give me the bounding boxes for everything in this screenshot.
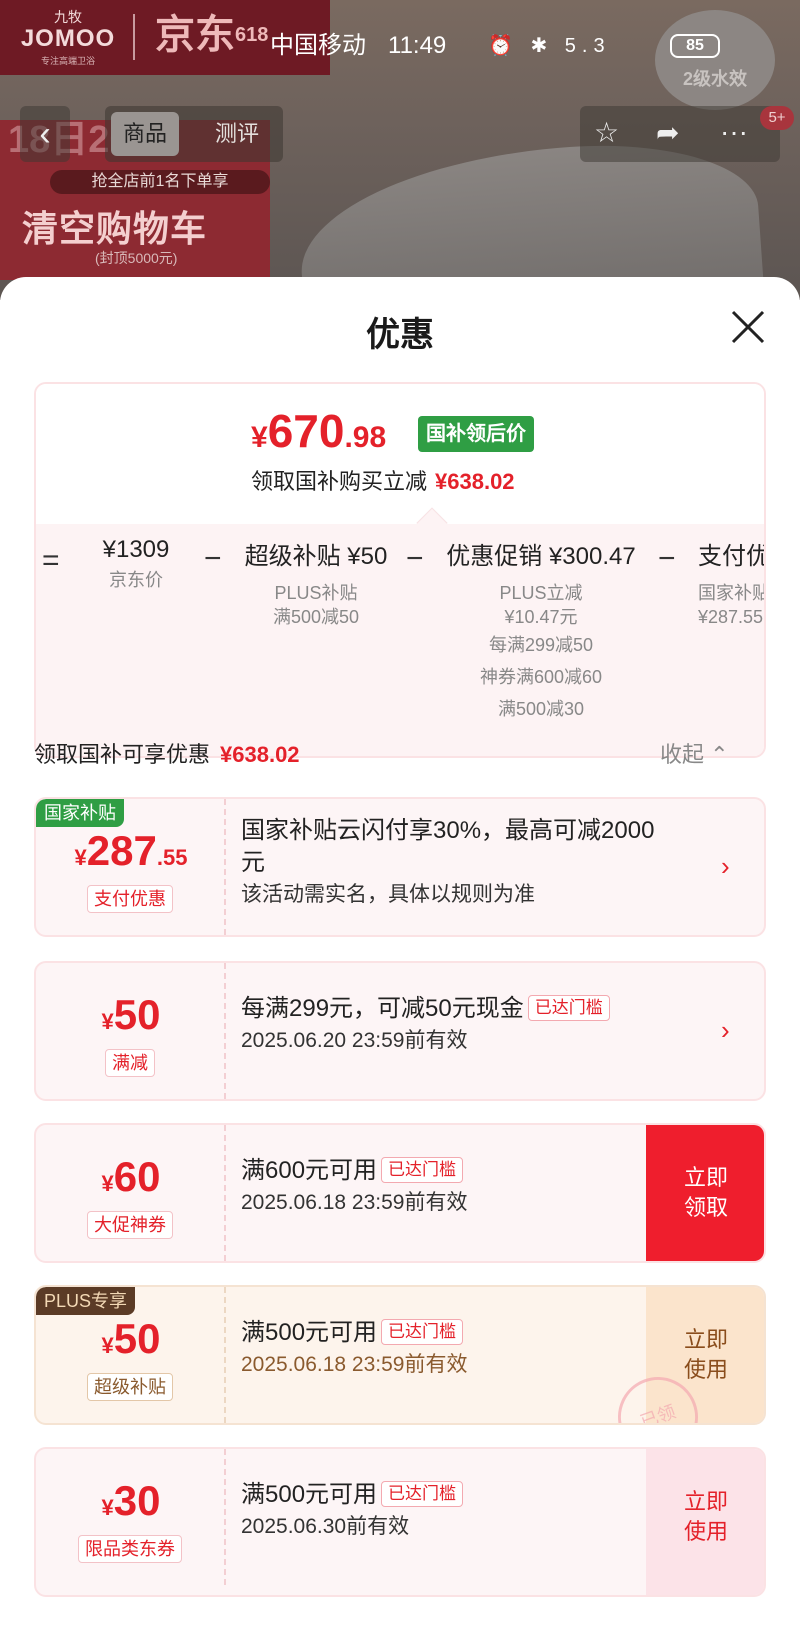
reduce-line: 领取国补购买立减 ¥638.02 [251, 469, 515, 494]
coupon-info: 每满299元，可减50元现金 已达门槛 2025.06.20 23:59前有效 [241, 993, 671, 1057]
nav-tabs: 商品 测评 [105, 106, 283, 162]
tab-review[interactable]: 测评 [203, 112, 271, 156]
brand-divider [133, 14, 135, 60]
formula-payment: 支付优 国家补贴 ¥287.55 [698, 543, 766, 627]
coupon-title: 满500元可用 已达门槛 [241, 1479, 671, 1511]
coupon-info: 满500元可用 已达门槛 2025.06.30前有效 [241, 1479, 671, 1543]
coupon-title: 国家补贴云闪付享30%，最高可减2000元 [241, 817, 655, 876]
status-icons: ⏰ ✱ 5.3 [488, 35, 611, 57]
equals-sign: = [42, 544, 60, 577]
carrier-label: 中国移动 [270, 32, 366, 59]
coupon-info: 国家补贴云闪付享30%，最高可减2000元 该活动需实名，具体以规则为准 [241, 815, 671, 911]
minus-sign: − [658, 542, 676, 575]
final-price: ¥670.98 [251, 405, 387, 457]
coupon-amount: ¥30 [101, 1477, 161, 1524]
coupon-type-label: 限品类东券 [78, 1535, 182, 1563]
coupon-amount-area: ¥50 满减 [36, 963, 226, 1099]
back-button[interactable]: ‹ [20, 106, 70, 162]
share-icon[interactable]: ➦ [656, 116, 679, 149]
coupon-type-label: 超级补贴 [87, 1373, 173, 1401]
jd-logo: 京东618 [155, 13, 269, 57]
coupon-expiry: 2025.06.20 23:59前有效 [241, 1029, 468, 1052]
close-icon[interactable] [730, 309, 766, 345]
coupon-amount: ¥50 [101, 991, 161, 1038]
final-price-area: ¥670.98 国补领后价 领取国补购买立减 ¥638.02 [36, 384, 764, 524]
promo-pill: 抢全店前1名下单享 [50, 170, 270, 194]
use-button[interactable]: 立即使用 [646, 1449, 764, 1595]
coupon-type-label: 大促神券 [87, 1211, 173, 1239]
formula-promotions: 优惠促销 ¥300.47 PLUS立减 ¥10.47元 每满299减50 神券满… [446, 543, 636, 719]
battery-icon: 85 [670, 34, 720, 58]
threshold-tag: 已达门槛 [527, 995, 610, 1021]
tab-product[interactable]: 商品 [111, 112, 180, 156]
coupon-amount: ¥50 [101, 1315, 161, 1362]
coupon-card: ¥50 超级补贴 PLUS专享 满500元可用 已达门槛 2025.06.18 2… [34, 1285, 766, 1425]
chevron-right-icon[interactable]: › [721, 1015, 730, 1046]
brand-logo: 九牧 JOMOO 专注高端卫浴 [20, 9, 116, 66]
coupon-amount: ¥287.55 [74, 827, 188, 874]
status-bar: 中国移动 11:49 ⏰ ✱ 5.3 85 [270, 28, 800, 64]
section-header: 领取国补可享优惠 ¥638.02 [34, 742, 300, 767]
formula-jd-price: ¥1309 京东价 [102, 536, 170, 590]
plus-exclusive-tag: PLUS专享 [36, 1287, 136, 1315]
coupon-desc: 该活动需实名，具体以规则为准 [241, 883, 535, 906]
price-breakdown-card: ¥670.98 国补领后价 领取国补购买立减 ¥638.02 = ¥1309 京东… [34, 382, 766, 758]
coupon-expiry: 2025.06.18 23:59前有效 [241, 1191, 468, 1214]
cart-count-badge: 5+ [760, 106, 794, 130]
coupon-type-label: 满减 [105, 1049, 155, 1077]
claim-button[interactable]: 立即领取 [646, 1125, 764, 1261]
coupon-title: 满600元可用 已达门槛 [241, 1155, 671, 1187]
more-icon[interactable]: ··· [720, 116, 748, 148]
nav-actions: ☆ ➦ ··· [580, 106, 780, 162]
product-banner: 2级水效 九牧 JOMOO 专注高端卫浴 京东618 18日20 抢全店前1名下… [0, 0, 800, 300]
national-subsidy-price-tag: 国补领后价 [418, 416, 534, 452]
coupon-info: 满500元可用 已达门槛 2025.06.18 23:59前有效 [241, 1317, 671, 1381]
coupon-expiry: 2025.06.18 23:59前有效 [241, 1353, 468, 1376]
clock: 11:49 [388, 32, 447, 59]
corner-tag: 国家补贴 [36, 799, 124, 827]
threshold-tag: 已达门槛 [381, 1157, 464, 1183]
minus-sign: − [204, 542, 222, 575]
favorite-star-icon[interactable]: ☆ [594, 116, 619, 149]
promo-caption: (封顶5000元) [95, 250, 178, 266]
coupon-amount-area: ¥30 限品类东券 [36, 1449, 226, 1585]
chevron-right-icon[interactable]: › [721, 851, 730, 882]
sheet-title: 优惠 [366, 316, 434, 354]
coupon-expiry: 2025.06.30前有效 [241, 1515, 410, 1538]
coupon-title: 满500元可用 已达门槛 [241, 1317, 671, 1349]
coupon-card: ¥60 大促神券 满600元可用 已达门槛 2025.06.18 23:59前有效… [34, 1123, 766, 1263]
promo-headline: 清空购物车 [22, 208, 208, 249]
formula-super-subsidy: 超级补贴 ¥50 PLUS补贴 满500减50 [244, 543, 388, 627]
coupon-card[interactable]: ¥50 满减 每满299元，可减50元现金 已达门槛 2025.06.20 23:… [34, 961, 766, 1101]
threshold-tag: 已达门槛 [381, 1319, 464, 1345]
collapse-button[interactable]: 收起 ⌃ [660, 737, 729, 769]
coupon-card: ¥30 限品类东券 满500元可用 已达门槛 2025.06.30前有效 立即使用 [34, 1447, 766, 1597]
coupon-card[interactable]: ¥287.55 支付优惠 国家补贴 国家补贴云闪付享30%，最高可减2000元 … [34, 797, 766, 937]
minus-sign: − [406, 542, 424, 575]
coupon-type-label: 支付优惠 [87, 885, 173, 913]
threshold-tag: 已达门槛 [381, 1481, 464, 1507]
coupon-title: 每满299元，可减50元现金 已达门槛 [241, 993, 671, 1025]
coupon-amount-area: ¥60 大促神券 [36, 1125, 226, 1261]
price-formula: = ¥1309 京东价 − 超级补贴 ¥50 PLUS补贴 满500减50 − … [36, 524, 766, 756]
coupon-amount: ¥60 [101, 1153, 161, 1200]
coupon-info: 满600元可用 已达门槛 2025.06.18 23:59前有效 [241, 1155, 671, 1219]
discount-sheet: 优惠 ¥670.98 国补领后价 领取国补购买立减 ¥638.02 = ¥1309… [0, 277, 800, 1650]
